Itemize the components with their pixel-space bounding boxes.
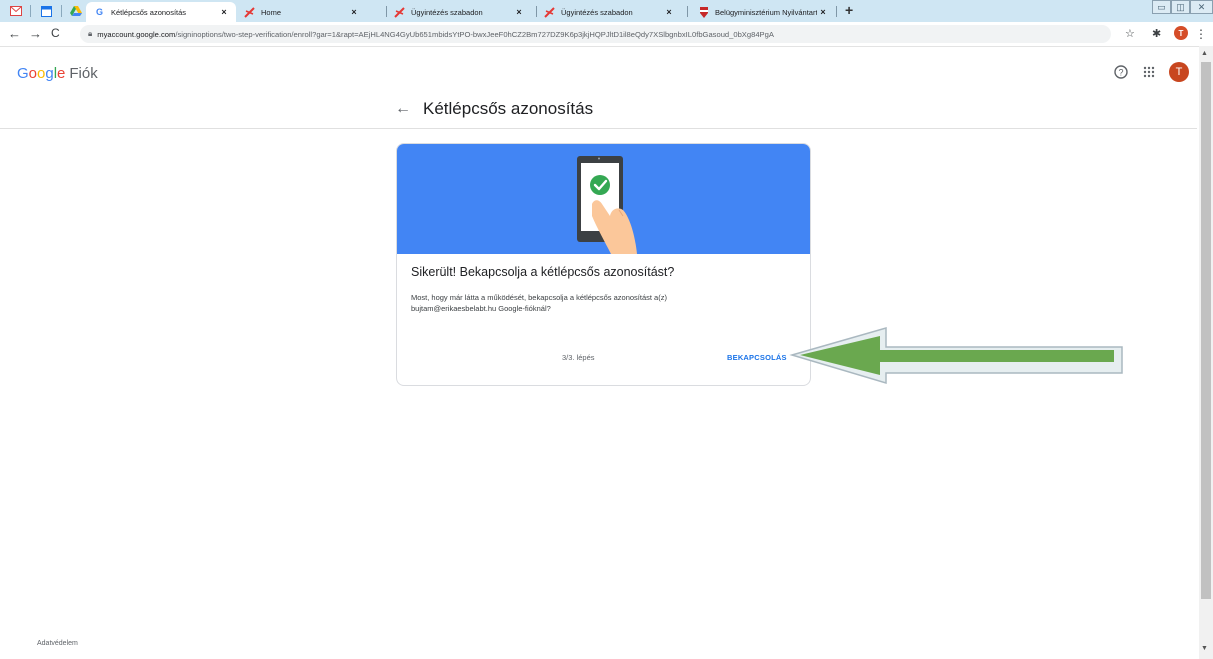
- tab-title: Home: [261, 7, 282, 17]
- google-g-icon: G: [95, 7, 103, 17]
- browser-tab-strip: G Kétlépcsős azonosítás × Home × Ügyinté…: [0, 0, 1213, 22]
- tab-ugyintezes-2[interactable]: Ügyintézés szabadon ×: [536, 2, 681, 22]
- tab-close-icon[interactable]: ×: [513, 7, 525, 17]
- red-logo-icon: [394, 6, 405, 18]
- apps-grid-icon[interactable]: [1143, 65, 1155, 81]
- account-avatar[interactable]: T: [1169, 62, 1189, 82]
- menu-dots-icon[interactable]: ⋮: [1195, 27, 1207, 41]
- enroll-card: Sikerült! Bekapcsolja a kétlépcsős azono…: [396, 143, 811, 386]
- enable-button[interactable]: BEKAPCSOLÁS: [727, 353, 787, 362]
- svg-text:?: ?: [1118, 68, 1123, 78]
- tab-close-icon[interactable]: ×: [663, 7, 675, 17]
- brand-letter: g: [45, 65, 54, 82]
- minimize-icon[interactable]: ▭: [1152, 0, 1171, 14]
- envelope-icon: [10, 6, 22, 16]
- extensions-icon[interactable]: ✱: [1152, 27, 1161, 40]
- google-account-logo[interactable]: Google Fiók: [17, 65, 98, 82]
- browser-toolbar: ← → C 🔒︎ myaccount.google.com/signinopti…: [0, 22, 1213, 47]
- hero-illustration: [397, 144, 810, 254]
- pinned-tab-2[interactable]: [35, 3, 57, 19]
- tab-active[interactable]: G Kétlépcsős azonosítás ×: [86, 2, 236, 22]
- reload-icon[interactable]: C: [51, 26, 60, 40]
- brand-letter: G: [17, 65, 29, 82]
- phone-check-icon: [577, 156, 637, 254]
- tab-ugyintezes-1[interactable]: Ügyintézés szabadon ×: [386, 2, 531, 22]
- red-logo-icon: [544, 6, 555, 18]
- scroll-down-icon[interactable]: ▼: [1201, 645, 1208, 652]
- forward-icon[interactable]: →: [29, 26, 42, 41]
- tab-title: Belügyminisztérium Nyilvántartá: [715, 7, 817, 17]
- tab-separator: [687, 6, 688, 17]
- calendar-icon: [40, 5, 52, 17]
- tab-title: Kétlépcsős azonosítás: [111, 7, 187, 17]
- tab-title: Ügyintézés szabadon: [561, 7, 633, 17]
- card-body: Most, hogy már látta a működését, bekapc…: [411, 292, 791, 314]
- page-title-row: ← Kétlépcsős azonosítás: [395, 99, 593, 119]
- close-window-icon[interactable]: ✕: [1190, 0, 1213, 14]
- page-title: Kétlépcsős azonosítás: [423, 99, 594, 118]
- url-path: /signinoptions/two-step-verification/enr…: [175, 29, 774, 39]
- step-indicator: 3/3. lépés: [562, 353, 595, 362]
- tab-home[interactable]: Home ×: [236, 2, 366, 22]
- pinned-tab-1[interactable]: [5, 3, 27, 19]
- card-body-line: bujtam@erikaesbelabt.hu Google-fióknál?: [411, 304, 551, 313]
- url-host: myaccount.google.com: [97, 29, 176, 39]
- new-tab-button[interactable]: +: [845, 2, 853, 18]
- red-logo-icon: [244, 6, 255, 18]
- card-body-line: Most, hogy már látta a működését, bekapc…: [411, 293, 667, 302]
- drive-icon: [70, 6, 82, 16]
- lock-icon: 🔒︎: [88, 29, 93, 38]
- back-icon[interactable]: ←: [8, 26, 21, 41]
- maximize-icon[interactable]: ◫: [1171, 0, 1190, 14]
- privacy-link[interactable]: Adatvédelem: [37, 640, 78, 647]
- scroll-up-icon[interactable]: ▲: [1201, 50, 1208, 57]
- scrollbar-thumb[interactable]: [1201, 62, 1211, 599]
- tab-separator: [836, 6, 837, 17]
- header-divider: [0, 128, 1197, 129]
- card-heading: Sikerült! Bekapcsolja a kétlépcsős azono…: [411, 265, 675, 279]
- crest-icon: [698, 6, 709, 18]
- tab-close-icon[interactable]: ×: [218, 7, 230, 17]
- address-bar[interactable]: 🔒︎ myaccount.google.com/signinoptions/tw…: [80, 25, 1111, 43]
- tab-separator: [30, 5, 31, 17]
- brand-suffix: Fiók: [69, 65, 98, 82]
- tab-title: Ügyintézés szabadon: [411, 7, 483, 17]
- pinned-tab-3[interactable]: [65, 3, 87, 19]
- help-icon[interactable]: ?: [1114, 65, 1128, 82]
- tab-close-icon[interactable]: ×: [348, 7, 360, 17]
- brand-letter: e: [57, 65, 66, 82]
- browser-profile-avatar[interactable]: T: [1174, 26, 1188, 40]
- tab-close-icon[interactable]: ×: [817, 7, 829, 17]
- brand-letter: o: [28, 65, 38, 82]
- back-arrow-icon[interactable]: ←: [395, 100, 411, 118]
- tab-belugy[interactable]: Belügyminisztérium Nyilvántartá ×: [690, 2, 835, 22]
- star-icon[interactable]: ☆: [1125, 27, 1135, 40]
- tab-separator: [61, 5, 62, 17]
